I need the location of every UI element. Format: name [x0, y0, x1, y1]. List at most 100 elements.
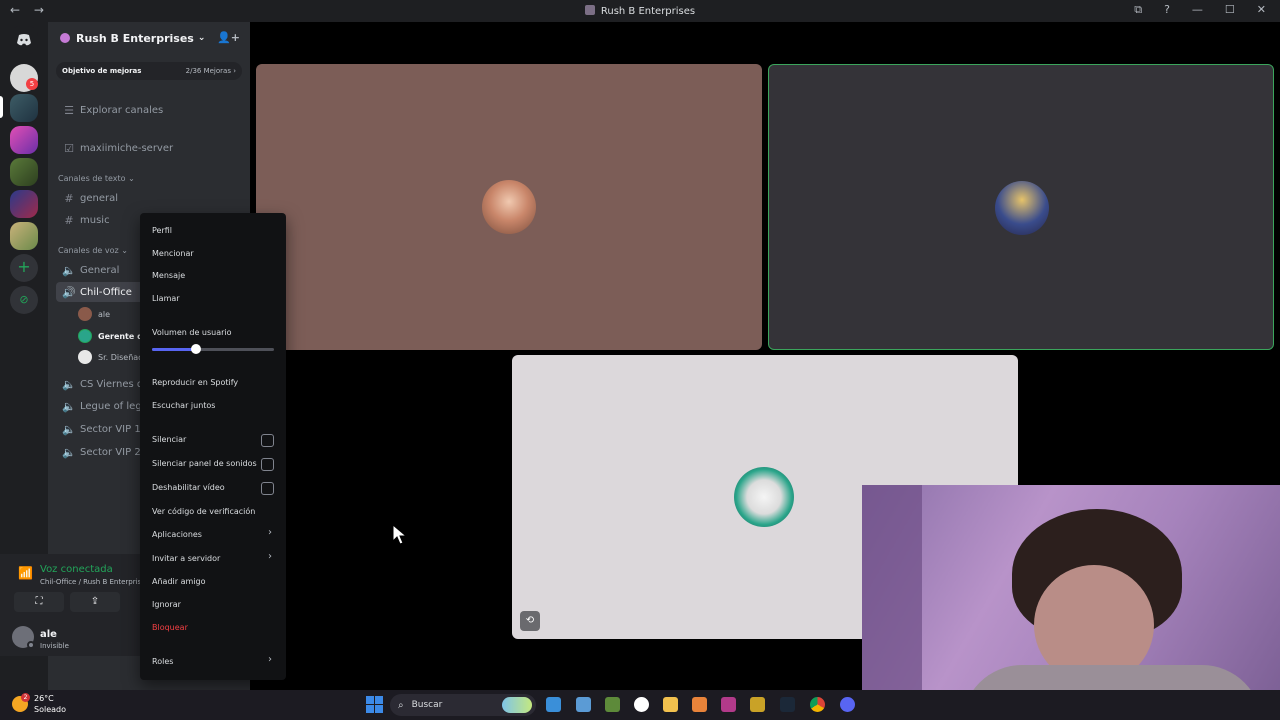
- help-icon[interactable]: ?: [1164, 3, 1170, 17]
- user-context-menu: Perfil Mencionar Mensaje Llamar Volumen …: [140, 213, 286, 680]
- title-bar: ← → Rush B Enterprises ⧉ ? — ☐ ✕: [0, 0, 1280, 22]
- menu-item-verification-code[interactable]: Ver código de verificación: [152, 507, 255, 516]
- volume-fill: [152, 348, 196, 351]
- server-icon[interactable]: [10, 158, 38, 186]
- channel-label: Sector VIP 2: [80, 446, 141, 458]
- minimize-button[interactable]: —: [1192, 3, 1203, 17]
- menu-item-ignore[interactable]: Ignorar: [152, 600, 181, 609]
- channel-general[interactable]: # general: [56, 188, 242, 208]
- boost-goal-bar[interactable]: Objetivo de mejoras 2/36 Mejoras ›: [56, 62, 242, 80]
- notification-badge: 5: [26, 78, 38, 90]
- discord-taskbar-icon[interactable]: [840, 697, 855, 712]
- menu-item-mute-soundboard[interactable]: Silenciar panel de sonidos: [152, 459, 257, 468]
- file-explorer-icon[interactable]: [663, 697, 678, 712]
- explore-channels[interactable]: ☰ Explorar canales: [56, 100, 242, 120]
- disable-video-checkbox[interactable]: [261, 482, 274, 495]
- menu-item-apps[interactable]: Aplicaciones: [152, 530, 202, 539]
- channel-label: Chil-Office: [80, 286, 132, 298]
- server-icon[interactable]: [10, 190, 38, 218]
- status-indicator: [27, 641, 35, 649]
- speaker-icon: 🔈: [62, 263, 76, 277]
- server-icon[interactable]: [10, 222, 38, 250]
- windows-taskbar: 2 26°C Soleado ⌕ Buscar: [0, 690, 1280, 720]
- member-name: ale: [98, 309, 111, 319]
- mute-soundboard-checkbox[interactable]: [261, 458, 274, 471]
- add-member-icon[interactable]: 👤+: [217, 31, 240, 44]
- speaker-icon: 🔊: [62, 285, 76, 299]
- menu-item-mention[interactable]: Mencionar: [152, 249, 194, 258]
- taskbar-search[interactable]: ⌕ Buscar: [390, 694, 536, 716]
- voice-member[interactable]: ale: [78, 305, 110, 323]
- close-button[interactable]: ✕: [1257, 3, 1266, 17]
- menu-item-block[interactable]: Bloquear: [152, 623, 188, 632]
- menu-item-mute[interactable]: Silenciar: [152, 435, 186, 444]
- list-icon: ☰: [64, 103, 74, 117]
- channel-label: music: [80, 214, 110, 226]
- menu-item-message[interactable]: Mensaje: [152, 271, 185, 280]
- server-header[interactable]: Rush B Enterprises ⌄ 👤+: [48, 22, 250, 54]
- voice-location[interactable]: Chil-Office / Rush B Enterprises: [40, 578, 149, 586]
- participant-avatar: [734, 467, 794, 527]
- volume-label: Volumen de usuario: [152, 328, 232, 337]
- camera-button[interactable]: ⛶: [14, 592, 64, 612]
- weather-condition: Soleado: [34, 705, 66, 714]
- server-name: Rush B Enterprises: [76, 31, 194, 45]
- add-server-icon[interactable]: +: [10, 254, 38, 282]
- menu-item-call[interactable]: Llamar: [152, 294, 180, 303]
- user-name: ale: [40, 629, 57, 640]
- chrome-icon[interactable]: [810, 697, 825, 712]
- volume-slider[interactable]: [152, 344, 274, 354]
- voice-category[interactable]: Canales de voz ⌄: [58, 246, 128, 255]
- speaker-icon: 🔈: [62, 445, 76, 459]
- avatar: [78, 307, 92, 321]
- maximize-button[interactable]: ☐: [1225, 3, 1235, 17]
- app-icon[interactable]: [692, 697, 707, 712]
- minecraft-icon[interactable]: [605, 697, 620, 712]
- start-button[interactable]: [366, 696, 383, 713]
- calculator-icon[interactable]: [576, 697, 591, 712]
- discord-home-icon[interactable]: [10, 26, 38, 54]
- screen-icon[interactable]: ⧉: [1134, 3, 1142, 17]
- menu-item-add-friend[interactable]: Añadir amigo: [152, 577, 205, 586]
- video-tile[interactable]: [256, 64, 762, 350]
- explore-icon[interactable]: ⊘: [10, 286, 38, 314]
- chevron-right-icon: ›: [268, 551, 272, 562]
- app-icon[interactable]: [721, 697, 736, 712]
- hash-icon: #: [64, 213, 74, 227]
- signal-icon: 📶: [18, 566, 33, 580]
- steam-icon[interactable]: [780, 697, 795, 712]
- member-name: Sr. Diseñac: [98, 352, 143, 362]
- checkbox-icon: ☑: [64, 141, 74, 155]
- app-icon: [584, 5, 595, 15]
- video-tile-speaking[interactable]: [768, 64, 1274, 350]
- menu-item-listen-together[interactable]: Escuchar juntos: [152, 401, 215, 410]
- channel-label: Sector VIP 1: [80, 423, 141, 435]
- widgets-icon[interactable]: [546, 697, 561, 712]
- server-icon[interactable]: [10, 126, 38, 154]
- popout-icon[interactable]: ⟲: [520, 611, 540, 631]
- menu-item-profile[interactable]: Perfil: [152, 226, 172, 235]
- chevron-right-icon: ›: [268, 527, 272, 538]
- screen-share-button[interactable]: ⇪: [70, 592, 120, 612]
- mute-checkbox[interactable]: [261, 434, 274, 447]
- menu-item-disable-video[interactable]: Deshabilitar vídeo: [152, 483, 225, 492]
- voice-member[interactable]: Gerente de: [78, 327, 148, 345]
- weather-widget[interactable]: 2 26°C Soleado: [12, 693, 66, 715]
- server-icon[interactable]: [10, 94, 38, 122]
- channel-label: Explorar canales: [80, 104, 164, 116]
- app-icon[interactable]: [750, 697, 765, 712]
- participant-avatar: [995, 181, 1049, 235]
- avatar: [78, 329, 92, 343]
- sun-icon: 2: [12, 693, 30, 712]
- voice-status[interactable]: Voz conectada: [40, 564, 113, 575]
- forum-channel[interactable]: ☑ maxiimiche-server: [56, 138, 242, 158]
- voice-member[interactable]: Sr. Diseñac: [78, 348, 143, 366]
- xbox-icon[interactable]: [634, 697, 649, 712]
- text-category[interactable]: Canales de texto ⌄: [58, 174, 135, 183]
- menu-item-invite[interactable]: Invitar a servidor: [152, 554, 220, 563]
- volume-knob[interactable]: [190, 344, 201, 354]
- menu-item-roles[interactable]: Roles: [152, 657, 173, 666]
- avatar: [78, 350, 92, 364]
- menu-item-spotify[interactable]: Reproducir en Spotify: [152, 378, 238, 387]
- channel-label: general: [80, 192, 119, 204]
